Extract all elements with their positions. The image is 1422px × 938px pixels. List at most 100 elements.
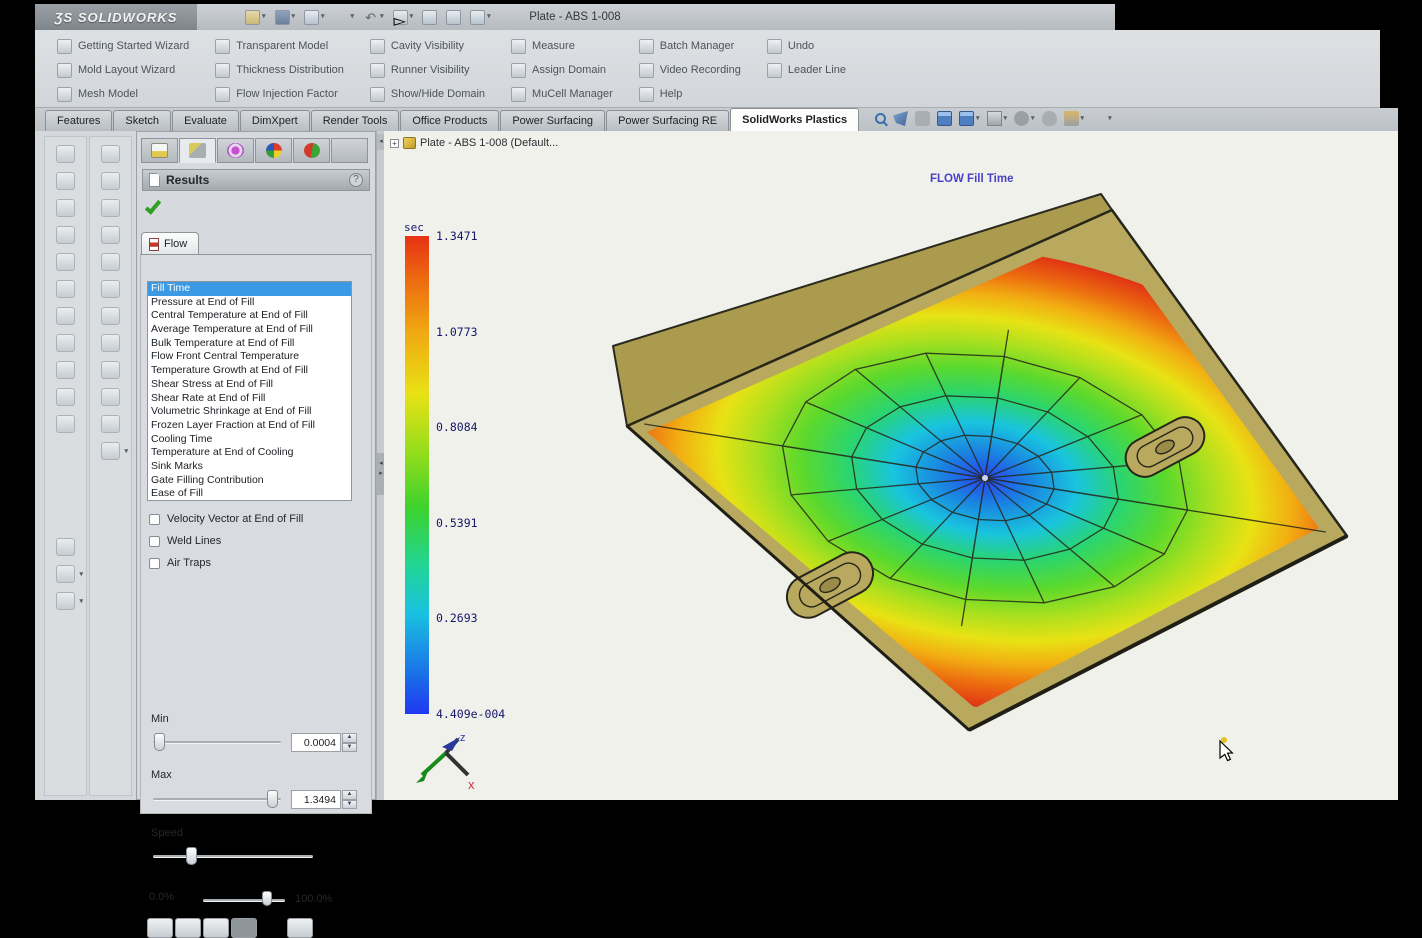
surface-tool-11[interactable] (56, 415, 75, 433)
surface-tool-10[interactable] (56, 388, 75, 406)
command-tab[interactable]: Sketch (113, 110, 171, 131)
feature-tool-3[interactable] (101, 199, 120, 217)
command-tab[interactable]: Power Surfacing (500, 110, 605, 131)
feature-tool-10[interactable] (101, 388, 120, 406)
result-type-item[interactable]: Flow Front Central Temperature (148, 350, 351, 364)
view-orientation-icon[interactable]: ▾ (987, 111, 1008, 126)
command-tab[interactable]: Features (45, 110, 112, 131)
result-type-item[interactable]: Shear Stress at End of Fill (148, 378, 351, 392)
result-type-item[interactable]: Bulk Temperature at End of Fill (148, 337, 351, 351)
anim-stop-button[interactable] (231, 918, 257, 938)
dropdown-caret-icon[interactable]: ▾ (321, 13, 325, 21)
result-type-item[interactable]: Volumetric Shrinkage at End of Fill (148, 405, 351, 419)
dropdown-caret-icon[interactable]: ▾ (79, 598, 83, 606)
command-tab[interactable]: Render Tools (311, 110, 400, 131)
surface-tool-8[interactable] (56, 334, 75, 352)
graphics-viewport[interactable]: + Plate - ABS 1-008 (Default... FLOW Fil… (384, 131, 1398, 800)
surface-tool-3[interactable] (56, 199, 75, 217)
dropdown-caret-icon[interactable]: ▾ (976, 115, 980, 123)
dropdown-caret-icon[interactable]: ▾ (1081, 115, 1085, 123)
ribbon-command[interactable]: Show/Hide Domain (370, 87, 485, 102)
ribbon-command[interactable]: Getting Started Wizard (57, 39, 189, 54)
checkbox-box[interactable] (149, 514, 160, 525)
previous-view-icon[interactable] (937, 111, 952, 126)
result-type-item[interactable]: Shear Rate at End of Fill (148, 392, 351, 406)
section-view-icon[interactable]: ▾ (959, 111, 980, 126)
anim-prev-button[interactable] (175, 918, 201, 938)
zoom-to-fit-icon[interactable] (875, 113, 886, 124)
dropdown-caret-icon[interactable]: ▾ (487, 13, 491, 21)
surface-tool-7[interactable] (56, 307, 75, 325)
surface-tool-1[interactable] (56, 145, 75, 163)
ribbon-command[interactable]: Leader Line (767, 63, 846, 78)
result-type-item[interactable]: Temperature at End of Cooling (148, 446, 351, 460)
result-type-list[interactable]: Fill Time Pressure at End of Fill Centra… (147, 281, 352, 501)
feature-tool-7[interactable] (101, 307, 120, 325)
select-button[interactable]: ▻ ▾ (393, 10, 414, 25)
feature-tool-9[interactable] (101, 361, 120, 379)
dropdown-caret-icon[interactable]: ▾ (351, 13, 355, 21)
feature-tool-2[interactable] (101, 172, 120, 190)
panel-tab-material[interactable] (293, 138, 330, 163)
save-button[interactable]: ▾ (304, 10, 325, 25)
result-option-checkbox[interactable]: Air Traps (149, 557, 363, 570)
panel-tab-domains[interactable] (217, 138, 254, 163)
panel-tab-injection-location[interactable] (255, 138, 292, 163)
ribbon-command[interactable]: Mold Layout Wizard (57, 63, 189, 78)
expand-tree-icon[interactable]: + (390, 139, 399, 148)
view-settings-icon[interactable] (915, 111, 930, 126)
surface-tool-14[interactable]: ▾ (56, 592, 75, 610)
flow-results-tab[interactable]: Flow (141, 232, 199, 255)
command-tab[interactable]: Evaluate (172, 110, 239, 131)
ribbon-command[interactable]: Cavity Visibility (370, 39, 485, 54)
dropdown-caret-icon[interactable]: ▾ (79, 571, 83, 579)
ribbon-command[interactable]: Thickness Distribution (215, 63, 344, 78)
panel-tab-process[interactable] (331, 138, 368, 163)
speed-slider-thumb[interactable] (186, 847, 197, 865)
ribbon-command[interactable]: Mesh Model (57, 87, 189, 102)
feature-tool-11[interactable] (101, 415, 120, 433)
feature-tree-root[interactable]: + Plate - ABS 1-008 (Default... (390, 137, 558, 149)
dropdown-caret-icon[interactable]: ▾ (292, 13, 296, 21)
dropdown-caret-icon[interactable]: ▾ (1108, 115, 1112, 123)
hide-show-items-icon[interactable] (1042, 111, 1057, 126)
feature-tool-1[interactable] (101, 145, 120, 163)
animation-position-slider[interactable] (203, 891, 285, 907)
surface-tool-2[interactable] (56, 172, 75, 190)
surface-tool-12[interactable] (56, 538, 75, 556)
result-option-checkbox[interactable]: Velocity Vector at End of Fill (149, 513, 363, 526)
anim-first-button[interactable] (147, 918, 173, 938)
new-document-button[interactable]: ▾ (245, 10, 266, 25)
feature-tool-5[interactable] (101, 253, 120, 271)
min-value-input[interactable] (291, 733, 341, 752)
apply-scene-icon[interactable]: ▾ (1091, 111, 1112, 126)
panel-splitter[interactable]: ◂ ◂▸ (376, 131, 384, 800)
surface-tool-5[interactable] (56, 253, 75, 271)
checkbox-box[interactable] (149, 536, 160, 547)
anim-loop-button[interactable] (287, 918, 313, 938)
command-tab[interactable]: DimXpert (240, 110, 310, 131)
surface-tool-13[interactable]: ▾ (56, 565, 75, 583)
result-option-checkbox[interactable]: Weld Lines (149, 535, 363, 548)
file-properties-button[interactable] (446, 10, 461, 25)
result-type-item[interactable]: Ease of Fill (148, 487, 351, 501)
surface-tool-9[interactable] (56, 361, 75, 379)
open-button[interactable]: ▾ (275, 10, 296, 25)
command-tab[interactable]: Office Products (400, 110, 499, 131)
surface-tool-4[interactable] (56, 226, 75, 244)
ribbon-command[interactable]: Help (639, 87, 741, 102)
ribbon-command[interactable]: Undo (767, 39, 846, 54)
max-slider-thumb[interactable] (267, 790, 278, 808)
animation-slider-thumb[interactable] (262, 891, 272, 906)
feature-tool-4[interactable] (101, 226, 120, 244)
result-type-item[interactable]: Pressure at End of Fill (148, 296, 351, 310)
options-button[interactable]: ▾ (470, 10, 491, 25)
panel-tab-wizard[interactable] (141, 138, 178, 163)
result-type-item[interactable]: Fill Time (148, 282, 351, 296)
feature-tool-12[interactable]: ▾ (101, 442, 120, 460)
result-type-item[interactable]: Central Temperature at End of Fill (148, 309, 351, 323)
ribbon-command[interactable]: Runner Visibility (370, 63, 485, 78)
fill-time-model-plot[interactable] (555, 178, 1395, 768)
ribbon-command[interactable]: Measure (511, 39, 613, 54)
ribbon-command[interactable]: Transparent Model (215, 39, 344, 54)
